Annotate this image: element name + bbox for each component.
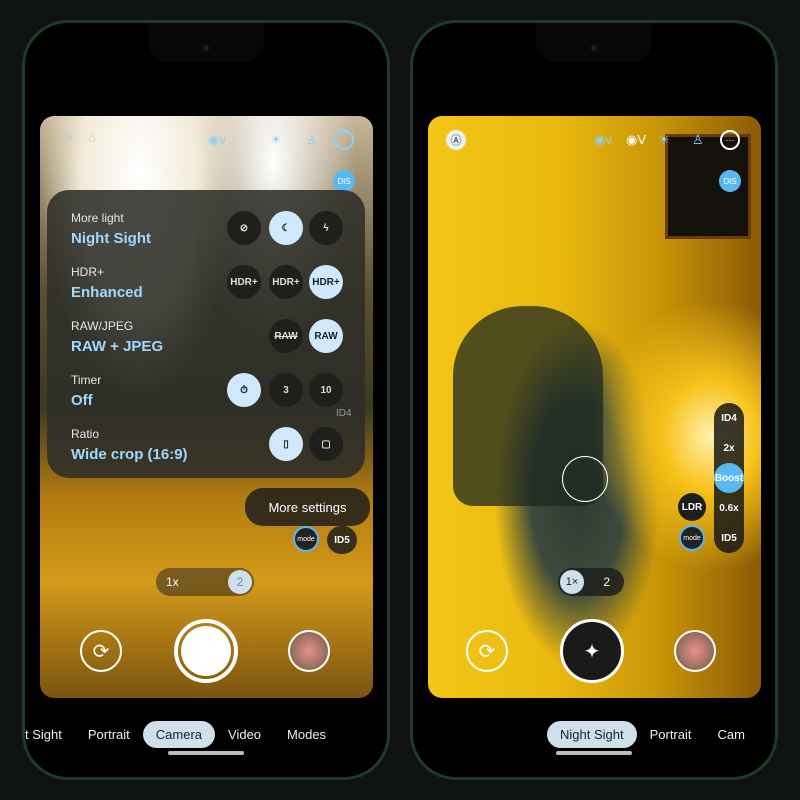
mode-bar: t Sight Portrait Camera Video Modes bbox=[25, 720, 385, 748]
night-sight-shutter-button[interactable]: ✦ bbox=[560, 619, 624, 683]
mode-camera[interactable]: Cam bbox=[705, 721, 758, 748]
id5-button[interactable]: ID5 bbox=[714, 523, 744, 553]
more-settings-button[interactable]: More settings bbox=[245, 488, 370, 526]
setting-label: Timer bbox=[71, 373, 102, 387]
switch-camera-icon[interactable]: ⟳ bbox=[466, 630, 508, 672]
quick-settings-panel: More light Night Sight ⊘ ☾ ϟ HDR+ Enhanc… bbox=[47, 190, 365, 478]
mode-portrait[interactable]: Portrait bbox=[637, 721, 705, 748]
wifi-v-icon[interactable]: ◉v bbox=[208, 132, 226, 148]
person-icon[interactable]: ♙ bbox=[692, 132, 704, 148]
viewfinder[interactable]: ⚙ ⌂ ◉v ☀ ♙ DIS More light Night Sight ⊘ … bbox=[40, 116, 373, 698]
mode-bar: Night Sight Portrait Cam bbox=[547, 720, 800, 748]
zoom-1x[interactable]: 1x bbox=[166, 575, 179, 589]
mode-video[interactable]: Video bbox=[215, 721, 274, 748]
person-icon[interactable]: ♙ bbox=[306, 132, 318, 148]
setting-value: RAW + JPEG bbox=[71, 338, 164, 355]
notch bbox=[536, 23, 652, 63]
sunset-icon[interactable]: ☀ bbox=[270, 132, 282, 148]
mode-button[interactable]: mode bbox=[679, 525, 705, 551]
home-indicator[interactable] bbox=[556, 751, 632, 755]
lens-stack: ID4 2x Boost 0.6x ID5 bbox=[714, 403, 744, 553]
phone-right: Ⓐ ◉v ◉V ☀ ♙ ··· DIS ID4 2x Boost 0.6x ID… bbox=[410, 20, 778, 780]
setting-label: RAW/JPEG bbox=[71, 319, 134, 333]
mode-modes[interactable]: Modes bbox=[274, 721, 339, 748]
av-icon[interactable]: ◉V bbox=[626, 132, 646, 148]
dis-badge[interactable]: DIS bbox=[719, 170, 741, 192]
zoom-0.6x-button[interactable]: 0.6x bbox=[714, 493, 744, 523]
camera-settings-icon[interactable]: ⚙ bbox=[62, 130, 74, 146]
zoom-2x[interactable]: 2 bbox=[603, 575, 610, 589]
front-camera bbox=[591, 45, 597, 51]
notch bbox=[148, 23, 264, 63]
gallery-thumbnail[interactable] bbox=[674, 630, 716, 672]
timer-3-icon[interactable]: 3 bbox=[269, 373, 303, 407]
night-sight-auto-icon[interactable]: ☾ bbox=[269, 211, 303, 245]
home-indicator[interactable] bbox=[168, 751, 244, 755]
id5-button[interactable]: ID5 bbox=[327, 526, 357, 554]
shutter-button[interactable] bbox=[174, 619, 238, 683]
setting-value: Off bbox=[71, 392, 93, 409]
focus-ring bbox=[562, 456, 608, 502]
timer-off-icon[interactable]: ⏱ bbox=[227, 373, 261, 407]
auto-lens-icon[interactable]: Ⓐ bbox=[446, 130, 466, 150]
zoom-1x[interactable]: 1× bbox=[560, 570, 584, 594]
zoom-2x-button[interactable]: 2x bbox=[714, 433, 744, 463]
id4-label: ID4 bbox=[336, 408, 352, 419]
wifi-v-icon[interactable]: ◉v bbox=[594, 132, 612, 148]
gallery-thumbnail[interactable] bbox=[288, 630, 330, 672]
setting-value: Night Sight bbox=[71, 230, 151, 247]
mode-camera[interactable]: Camera bbox=[142, 720, 216, 748]
setting-label: Ratio bbox=[71, 427, 100, 441]
boost-button[interactable]: Boost bbox=[714, 463, 744, 493]
zoom-selector: 1× 2 bbox=[558, 568, 624, 596]
home-icon[interactable]: ⌂ bbox=[88, 130, 96, 145]
raw-icon[interactable]: RAW bbox=[309, 319, 343, 353]
setting-value: Wide crop (16:9) bbox=[71, 446, 188, 463]
ratio-16-9-icon[interactable]: ▯ bbox=[269, 427, 303, 461]
mode-button[interactable]: mode bbox=[293, 526, 319, 552]
hdr-on-icon[interactable]: HDR+ bbox=[269, 265, 303, 299]
setting-value: Enhanced bbox=[71, 284, 143, 301]
raw-off-icon[interactable]: RAW bbox=[269, 319, 303, 353]
ratio-4-3-icon[interactable]: ▢ bbox=[309, 427, 343, 461]
dis-badge[interactable]: DIS bbox=[333, 170, 355, 192]
mode-night-sight[interactable]: Night Sight bbox=[547, 720, 637, 748]
hdr-enhanced-icon[interactable]: HDR+ bbox=[309, 265, 343, 299]
more-icon[interactable]: ··· bbox=[720, 130, 740, 150]
night-sight-off-icon[interactable]: ⊘ bbox=[227, 211, 261, 245]
timer-10-icon[interactable]: 10 bbox=[309, 373, 343, 407]
mode-portrait[interactable]: Portrait bbox=[75, 721, 143, 748]
setting-label: More light bbox=[71, 211, 124, 225]
mode-night-sight[interactable]: t Sight bbox=[25, 721, 75, 748]
hdr-off-icon[interactable]: HDR+ bbox=[227, 265, 261, 299]
flash-icon[interactable]: ϟ bbox=[309, 211, 343, 245]
phone-left: ⚙ ⌂ ◉v ☀ ♙ DIS More light Night Sight ⊘ … bbox=[22, 20, 390, 780]
front-camera bbox=[203, 45, 209, 51]
zoom-2x[interactable]: 2 bbox=[228, 570, 252, 594]
viewfinder[interactable]: Ⓐ ◉v ◉V ☀ ♙ ··· DIS ID4 2x Boost 0.6x ID… bbox=[428, 116, 761, 698]
switch-camera-icon[interactable]: ⟳ bbox=[80, 630, 122, 672]
ldr-button[interactable]: LDR bbox=[678, 493, 706, 521]
status-circle-icon[interactable] bbox=[334, 130, 354, 150]
sunset-icon[interactable]: ☀ bbox=[658, 132, 670, 148]
id4-button[interactable]: ID4 bbox=[714, 403, 744, 433]
setting-label: HDR+ bbox=[71, 265, 105, 279]
zoom-selector: 1x 2 bbox=[156, 568, 254, 596]
